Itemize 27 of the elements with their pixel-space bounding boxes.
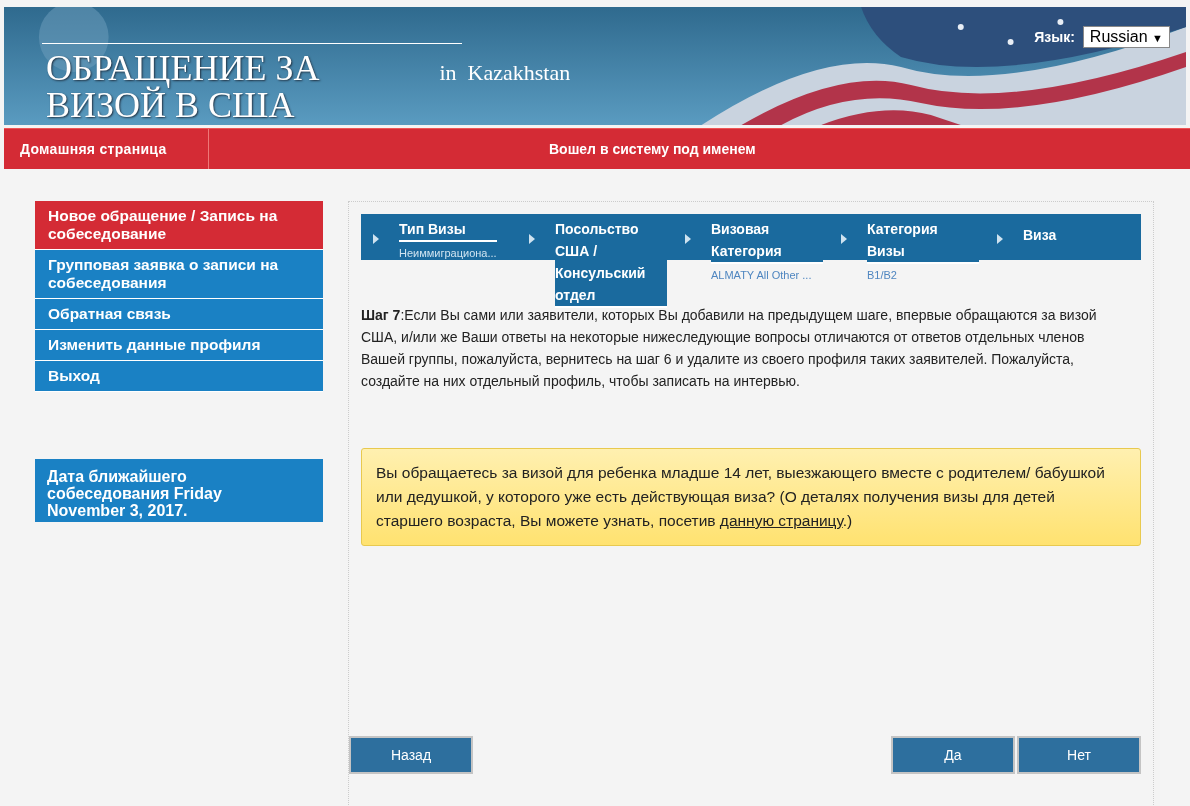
arrow-icon — [529, 234, 535, 244]
question-text: Вы обращаетесь за визой для ребенка младше 14 лет, выезжающего вместе с родителем/ бабушкой или дедушкой, у которого уже есть действующая виза? (О деталях получения визы для детей старшего возраста, Вы можете узнать, посетив данную страницу.) — [361, 448, 1141, 546]
arrow-icon — [685, 234, 691, 244]
arrow-icon — [997, 234, 1003, 244]
no-button[interactable]: Нет — [1017, 736, 1141, 774]
site-title: ОБРАЩЕНИЕ ЗА ВИЗОЙ В США — [45, 50, 320, 124]
instruction-text: Шаг 7:Если Вы сами или заявители, которых Вы добавили на предыдущем шаге, впервые обращаются за визой США, и/или же Ваши ответы на некоторые нижеследующие вопросы отличаются от ответов отдельных членов Вашей группы, пожалуйста, вернитесь на шаг 6 и удалите из своего профиля таких заявителей. Пожалуйста, создайте на них отдельный профиль, чтобы записать на интервью. — [361, 306, 1098, 391]
back-button[interactable]: Назад — [349, 736, 473, 774]
yes-button[interactable]: Да — [891, 736, 1015, 774]
language-label: Язык: — [1034, 29, 1075, 45]
sidebar-item[interactable]: Обратная связь — [35, 299, 323, 330]
language-dropdown[interactable]: Russian ▼ — [1082, 26, 1170, 48]
logged-in-label: Вошел в систему под именем — [549, 141, 756, 157]
home-link[interactable]: Домашняя страница — [4, 129, 209, 169]
arrow-icon — [373, 234, 379, 244]
caret-icon: ▼ — [1152, 32, 1163, 44]
page-link[interactable]: данную страницу — [719, 512, 843, 529]
sidebar-item[interactable]: Изменить данные профиля — [35, 330, 323, 361]
arrow-icon — [841, 234, 847, 244]
appointment-notice: Дата ближайшего собеседования Friday November 3, 2017. — [35, 459, 323, 522]
step-value: ALMATY All Other ... — [711, 269, 813, 281]
step-value: B1/B2 — [867, 269, 898, 281]
sidebar-item[interactable]: Выход — [35, 361, 323, 392]
step-value: Неиммиграциона... — [399, 247, 497, 259]
sidebar-item[interactable]: Групповая заявка о записи на собеседования — [35, 250, 323, 299]
sidebar-item[interactable]: Новое обращение / Запись на собеседование — [35, 201, 323, 250]
country-label: in Kazakhstan — [439, 60, 571, 86]
